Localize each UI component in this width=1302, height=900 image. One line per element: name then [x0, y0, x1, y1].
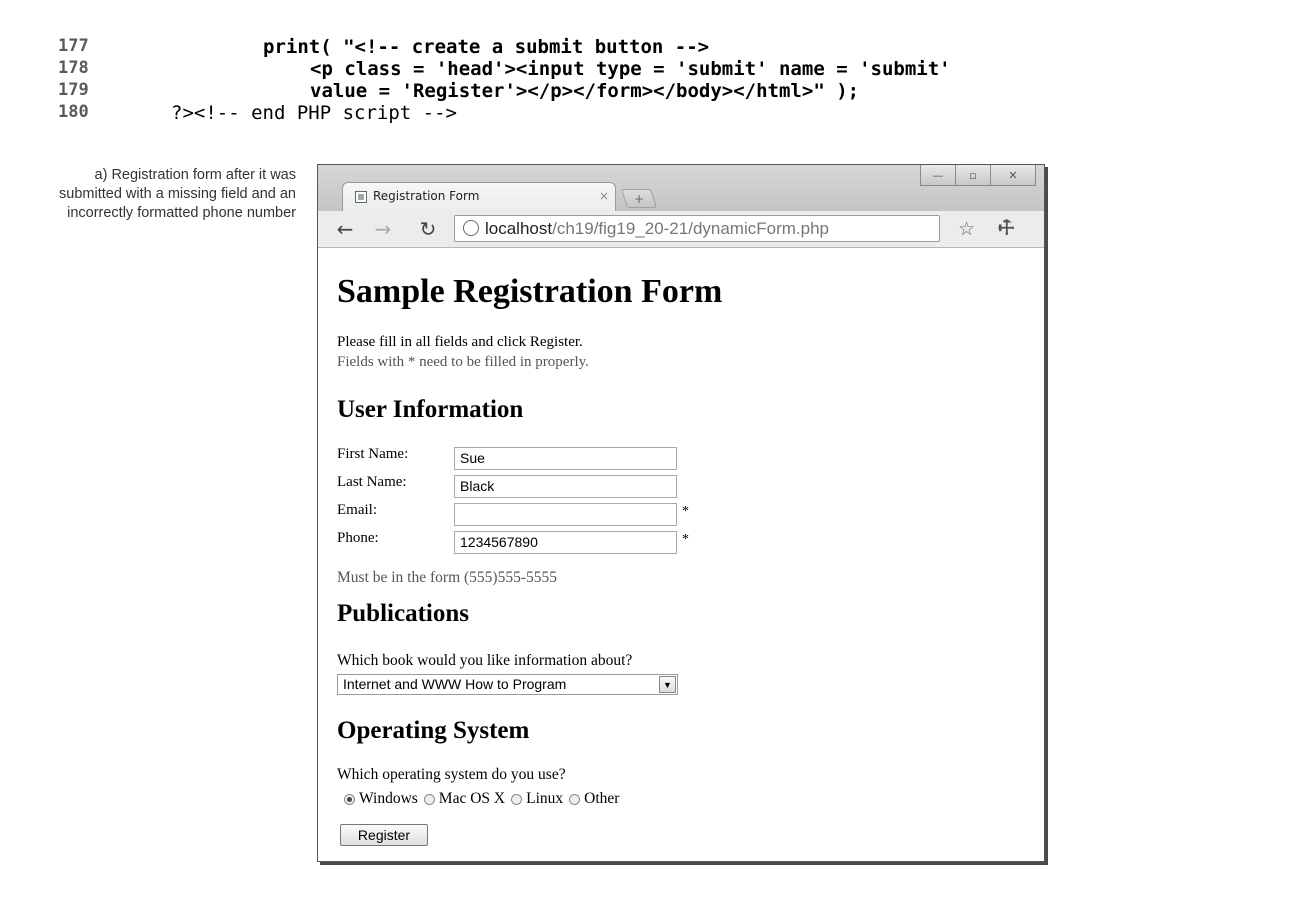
line-number: 179: [58, 80, 89, 100]
line-number: 180: [58, 102, 89, 122]
line-number: 178: [58, 58, 89, 78]
radio-label: Windows: [359, 790, 418, 807]
code-text: print( "<!-- create a submit button -->: [263, 36, 710, 58]
radio-button[interactable]: [423, 793, 435, 805]
radio-label: Linux: [526, 790, 564, 807]
page-icon: [355, 191, 367, 203]
page-title: Sample Registration Form: [337, 273, 723, 310]
email-field[interactable]: [454, 503, 677, 526]
book-select[interactable]: Internet and WWW How to Program ▼: [337, 674, 678, 695]
book-select-value: Internet and WWW How to Program: [343, 676, 567, 692]
radio-label: Other: [584, 790, 620, 807]
figure-caption: a) Registration form after it was submit…: [59, 167, 296, 221]
chevron-down-icon[interactable]: ▼: [659, 676, 676, 693]
tab-title: Registration Form: [373, 189, 480, 203]
page-content: Sample Registration Form Please fill in …: [318, 248, 1044, 860]
forward-arrow-icon[interactable]: →: [370, 216, 396, 242]
radio-button[interactable]: [569, 793, 581, 805]
minimize-button[interactable]: —: [920, 165, 956, 186]
code-text: ?><!-- end PHP script -->: [171, 102, 457, 124]
phone-format-hint: Must be in the form (555)555-5555: [337, 569, 557, 586]
os-heading: Operating System: [337, 717, 530, 744]
os-option-windows[interactable]: Windows: [344, 790, 418, 808]
address-bar[interactable]: localhost/ch19/fig19_20-21/dynamicForm.p…: [454, 215, 940, 242]
browser-toolbar: ← → ↻ localhost/ch19/fig19_20-21/dynamic…: [318, 211, 1044, 248]
title-bar: — ▫ ✕ Registration Form × +: [318, 165, 1044, 212]
radio-button[interactable]: [511, 793, 523, 805]
back-arrow-icon[interactable]: ←: [332, 216, 358, 242]
first-name-label: First Name:: [337, 446, 409, 462]
register-button[interactable]: Register: [340, 824, 428, 846]
os-question: Which operating system do you use?: [337, 766, 566, 783]
line-number: 177: [58, 36, 89, 56]
window-controls: — ▫ ✕: [920, 165, 1036, 186]
os-option-linux[interactable]: Linux: [511, 790, 563, 808]
book-question: Which book would you like information ab…: [337, 652, 633, 669]
user-info-heading: User Information: [337, 396, 524, 423]
browser-tab[interactable]: Registration Form ×: [342, 182, 616, 212]
page-icon: [463, 220, 479, 236]
radio-label: Mac OS X: [438, 790, 506, 807]
phone-field[interactable]: 1234567890: [454, 531, 677, 554]
email-required-mark: *: [682, 504, 689, 519]
maximize-button[interactable]: ▫: [956, 165, 991, 186]
code-text: <p class = 'head'><input type = 'submit'…: [310, 58, 951, 80]
new-tab-button[interactable]: +: [620, 189, 658, 208]
url-path: /ch19/fig19_20-21/dynamicForm.php: [552, 219, 829, 238]
last-name-label: Last Name:: [337, 474, 407, 490]
browser-window: — ▫ ✕ Registration Form × + ← → ↻ localh…: [317, 164, 1045, 862]
url-host: localhost: [485, 219, 553, 238]
os-option-other[interactable]: Other: [569, 790, 619, 808]
error-notice: Fields with * need to be filled in prope…: [337, 354, 589, 370]
instructions-text: Please fill in all fields and click Regi…: [337, 334, 583, 350]
publications-heading: Publications: [337, 600, 469, 627]
reload-icon[interactable]: ↻: [415, 216, 441, 242]
url-text: localhost/ch19/fig19_20-21/dynamicForm.p…: [485, 219, 829, 239]
plus-icon: +: [633, 191, 645, 206]
star-icon[interactable]: ☆: [958, 218, 975, 240]
radio-button[interactable]: [344, 793, 355, 805]
phone-label: Phone:: [337, 530, 379, 546]
os-option-mac[interactable]: Mac OS X: [423, 790, 506, 808]
tab-close-icon[interactable]: ×: [599, 189, 609, 203]
wrench-icon[interactable]: ⚒: [993, 214, 1021, 242]
os-radio-group: Windows Mac OS X Linux Other: [344, 790, 625, 808]
first-name-field[interactable]: Sue: [454, 447, 677, 470]
close-window-button[interactable]: ✕: [991, 165, 1036, 186]
code-text: value = 'Register'></p></form></body></h…: [310, 80, 860, 102]
last-name-field[interactable]: Black: [454, 475, 677, 498]
phone-required-mark: *: [682, 532, 689, 547]
email-label: Email:: [337, 502, 377, 518]
